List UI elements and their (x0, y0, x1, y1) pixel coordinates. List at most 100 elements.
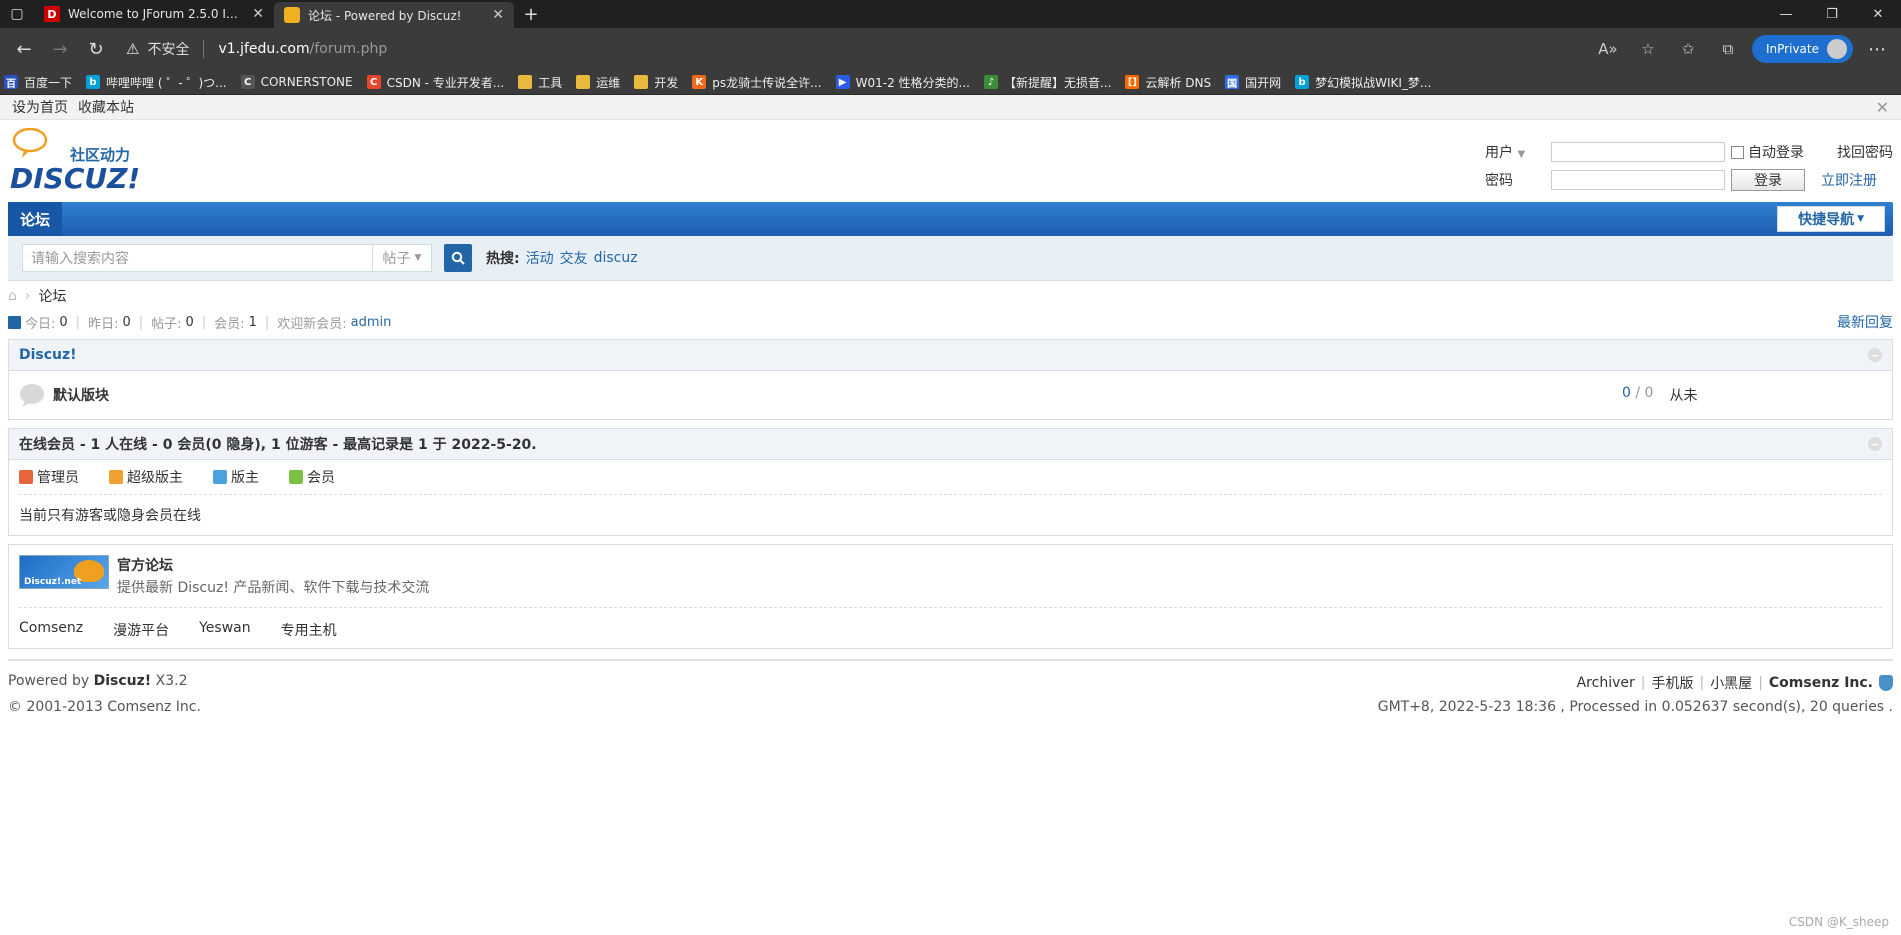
bookmark-item[interactable]: b 哔哩哔哩 ( ゜- ゜)つ... (86, 74, 227, 91)
bookmark-folder[interactable]: 运维 (576, 74, 620, 91)
music-icon: ♪ (983, 75, 998, 89)
copyright: © 2001-2013 Comsenz Inc. (8, 699, 201, 715)
shield-icon[interactable] (1879, 675, 1893, 691)
site-topbar: 设为首页 收藏本站 ✕ (0, 95, 1901, 120)
more-icon[interactable]: ⋯ (1859, 33, 1895, 65)
search-input[interactable]: 请输入搜索内容 帖子 ▼ (22, 244, 432, 272)
friend-link[interactable]: Comsenz (19, 620, 83, 640)
password-label: 密码 (1485, 173, 1513, 189)
discuz-logo[interactable]: 社区动力 DISCUZ! (10, 128, 150, 192)
tab-close-icon[interactable]: ✕ (252, 6, 264, 22)
search-icon (451, 251, 465, 265)
close-topbar-icon[interactable]: ✕ (1876, 98, 1889, 117)
bookmark-item[interactable]: Kps龙骑士传说全许... (692, 74, 822, 91)
latest-reply-link[interactable]: 最新回复 (1837, 312, 1893, 332)
bookmark-folder[interactable]: 开发 (634, 74, 678, 91)
toolbar-icons: A» ☆ ✩ ⧉ (1590, 33, 1746, 65)
category-header: Discuz! − (9, 340, 1892, 371)
inprivate-button[interactable]: InPrivate (1752, 35, 1853, 63)
forum-name-link[interactable]: 默认版块 (53, 385, 109, 405)
user-label[interactable]: 用户 ▼ (1485, 142, 1551, 162)
refresh-icon[interactable]: ↻ (78, 33, 114, 65)
posts-count: 0 (185, 314, 194, 330)
window-controls: — ❐ ✕ (1763, 0, 1901, 28)
bookmark-label: 国开网 (1245, 75, 1282, 90)
auto-login-checkbox[interactable]: 自动登录 (1731, 142, 1821, 162)
set-home-link[interactable]: 设为首页 (12, 97, 68, 117)
blacklist-link[interactable]: 小黑屋 (1710, 673, 1752, 693)
archiver-link[interactable]: Archiver (1577, 675, 1635, 691)
breadcrumb-separator: › (24, 288, 31, 304)
category-name[interactable]: Discuz! (19, 347, 77, 363)
login-button[interactable]: 登录 (1731, 169, 1805, 191)
collapse-icon[interactable]: − (1868, 348, 1882, 362)
minimize-icon[interactable]: — (1763, 0, 1809, 28)
favorites-icon[interactable]: ✩ (1670, 33, 1706, 65)
k-icon: K (692, 75, 707, 89)
members-label: 会员: (214, 316, 245, 332)
checkbox-icon[interactable] (1731, 145, 1744, 159)
username-input[interactable] (1551, 142, 1725, 162)
site-header: 社区动力 DISCUZ! 用户 ▼ 自动登录 找回密码 密码 登录 立即注册 (8, 120, 1893, 202)
official-forum-link[interactable]: 官方论坛 (117, 555, 429, 575)
back-icon[interactable]: ← (6, 33, 42, 65)
quick-nav-button[interactable]: 快捷导航 ▼ (1777, 206, 1885, 232)
register-link[interactable]: 立即注册 (1821, 170, 1877, 190)
search-button[interactable] (444, 244, 472, 272)
online-summary[interactable]: 在线会员 - 1 人在线 - 0 会员(0 隐身), 1 位游客 - 最高记录是… (19, 434, 537, 454)
friend-link[interactable]: 专用主机 (281, 620, 337, 640)
member-user-icon (289, 470, 303, 484)
hot-search-link[interactable]: discuz (594, 250, 638, 266)
forward-icon[interactable]: → (42, 33, 78, 65)
forgot-password-link[interactable]: 找回密码 (1837, 142, 1893, 162)
browser-tab-1[interactable]: D Welcome to JForum 2.5.0 Installation ✕ (34, 0, 274, 28)
official-forum: Discuz!.net 官方论坛 提供最新 Discuz! 产品新闻、软件下载与… (19, 555, 1882, 608)
password-input[interactable] (1551, 170, 1725, 190)
newest-member-link[interactable]: admin (351, 315, 392, 330)
friend-link[interactable]: 漫游平台 (113, 620, 169, 640)
bilibili-icon: b (86, 75, 101, 89)
nav-forum[interactable]: 论坛 (8, 202, 63, 236)
yesterday-count: 0 (122, 314, 131, 330)
friend-link[interactable]: Yeswan (199, 620, 251, 640)
bookmark-item[interactable]: 百百度一下 (4, 74, 72, 91)
window-close-icon[interactable]: ✕ (1855, 0, 1901, 28)
tab-close-icon[interactable]: ✕ (492, 7, 504, 23)
search-type-select[interactable]: 帖子 ▼ (372, 245, 431, 271)
browser-tab-2[interactable]: 论坛 - Powered by Discuz! ✕ (274, 2, 514, 28)
hot-search-link[interactable]: 交友 (560, 248, 588, 268)
bookmark-item[interactable]: C CORNERSTONE (240, 75, 353, 89)
bookmark-folder[interactable]: 工具 (518, 74, 562, 91)
bookmark-item[interactable]: [] 云解析 DNS (1125, 74, 1211, 91)
restore-icon[interactable]: ❐ (1809, 0, 1855, 28)
bookmark-item[interactable]: b 梦幻模拟战WIKI_梦... (1295, 74, 1431, 91)
guokai-icon: 国 (1225, 75, 1240, 90)
today-label: 今日: (25, 316, 56, 332)
folder-icon (518, 75, 533, 89)
tab-title: Welcome to JForum 2.5.0 Installation (68, 7, 245, 21)
folder-icon (576, 75, 591, 89)
address-input[interactable]: ⚠ 不安全 v1.jfedu.com/forum.php (114, 33, 1590, 65)
tab-actions-icon[interactable]: ▢ (0, 0, 34, 28)
last-post: 从未 (1669, 388, 1698, 404)
comsenz-link[interactable]: Comsenz Inc. (1769, 675, 1873, 691)
bookmark-site-link[interactable]: 收藏本站 (78, 97, 134, 117)
hot-search-link[interactable]: 活动 (526, 248, 554, 268)
collapse-icon[interactable]: − (1868, 437, 1882, 451)
add-favorite-icon[interactable]: ☆ (1630, 33, 1666, 65)
browser-tabbar: ▢ D Welcome to JForum 2.5.0 Installation… (0, 0, 1901, 28)
mobile-link[interactable]: 手机版 (1651, 673, 1693, 693)
collections-icon[interactable]: ⧉ (1710, 33, 1746, 65)
bookmark-item[interactable]: ▶ W01-2 性格分类的... (835, 74, 970, 91)
discuz-link[interactable]: Discuz! (94, 673, 152, 689)
bookmark-item[interactable]: ♪ 【新提醒】无损音... (983, 74, 1111, 91)
new-tab-icon[interactable]: + (514, 0, 548, 28)
debug-info: GMT+8, 2022-5-23 18:36 , Processed in 0.… (1377, 699, 1893, 715)
login-panel: 用户 ▼ 自动登录 找回密码 密码 登录 立即注册 (1485, 138, 1893, 194)
discuz-net-logo[interactable]: Discuz!.net (19, 555, 109, 589)
online-note: 当前只有游客或隐身会员在线 (19, 508, 201, 524)
home-icon[interactable]: ⌂ (8, 288, 17, 304)
bookmark-item[interactable]: C CSDN - 专业开发者... (366, 74, 504, 91)
read-aloud-icon[interactable]: A» (1590, 33, 1626, 65)
bookmark-item[interactable]: 国国开网 (1225, 74, 1281, 91)
